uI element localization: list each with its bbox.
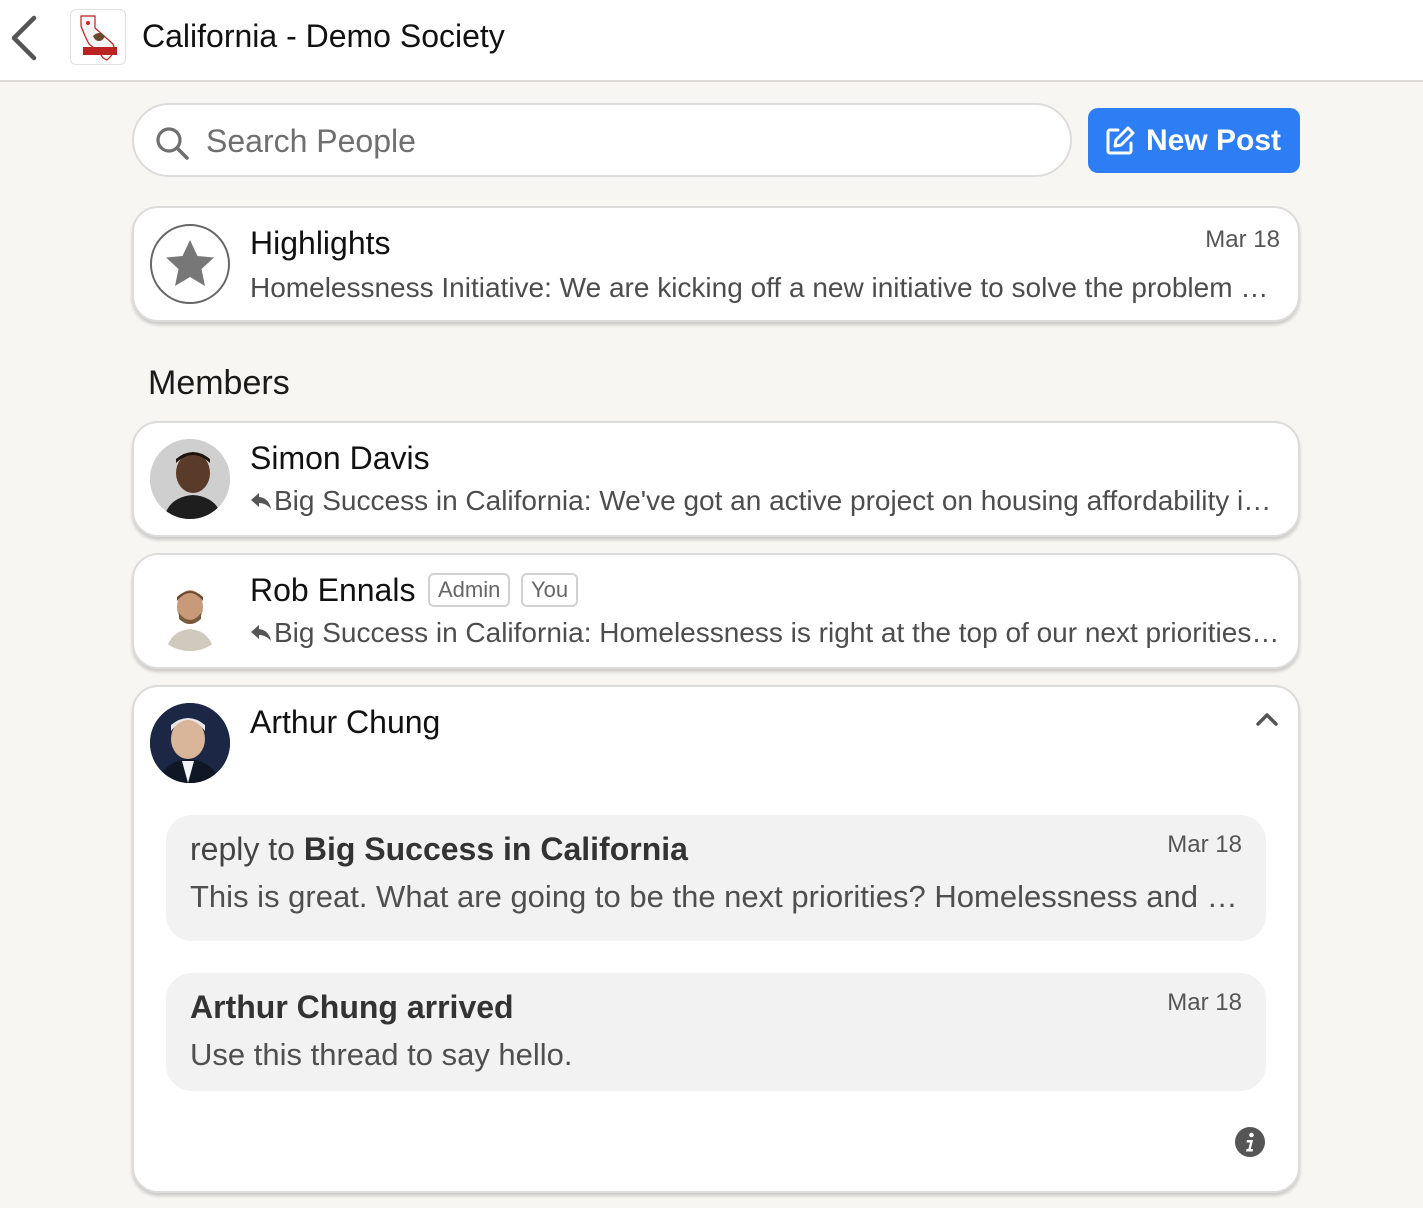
- member-card[interactable]: Simon Davis Big Success in California: W…: [132, 421, 1300, 537]
- member-name[interactable]: Arthur Chung: [250, 704, 440, 741]
- top-bar: California - Demo Society: [0, 0, 1423, 82]
- avatar: [150, 439, 230, 519]
- chevron-up-icon: [1256, 713, 1278, 726]
- member-preview-text: Big Success in California: Homelessness …: [274, 617, 1280, 648]
- member-preview: Big Success in California: We've got an …: [250, 485, 1280, 517]
- reply-arrow-icon: [251, 492, 271, 509]
- avatar[interactable]: [150, 703, 230, 783]
- member-name: Rob Ennals: [250, 572, 416, 608]
- message-title: Big Success in California: [303, 831, 688, 867]
- info-icon: [1235, 1127, 1265, 1157]
- highlights-avatar: [150, 224, 230, 304]
- search-input[interactable]: [206, 119, 1046, 163]
- highlights-preview: Homelessness Initiative: We are kicking …: [250, 272, 1280, 303]
- message-text: Use this thread to say hello.: [190, 1037, 573, 1072]
- person-photo-icon: [150, 571, 230, 651]
- chevron-left-icon: [11, 15, 37, 61]
- message-bubble[interactable]: reply to Big Success in California Mar 1…: [166, 815, 1266, 941]
- members-heading: Members: [148, 364, 290, 402]
- highlights-title: Highlights: [250, 225, 391, 261]
- california-flag-icon: [80, 15, 117, 61]
- message-date: Mar 18: [1167, 831, 1242, 858]
- highlights-card[interactable]: Highlights Mar 18 Homelessness Initiativ…: [132, 206, 1300, 322]
- edit-square-icon: [1106, 126, 1135, 155]
- you-badge: You: [521, 573, 579, 607]
- message-prefix: reply to: [190, 831, 295, 867]
- new-post-label: New Post: [1146, 124, 1282, 157]
- member-preview-text: Big Success in California: We've got an …: [274, 485, 1280, 516]
- message-text: This is great. What are going to be the …: [190, 879, 1240, 914]
- info-button[interactable]: [1234, 1126, 1266, 1163]
- member-card-expanded: Arthur Chung reply to Big Success in Cal…: [132, 685, 1300, 1193]
- member-preview: Big Success in California: Homelessness …: [250, 617, 1280, 649]
- message-heading: Arthur Chung arrived: [190, 989, 514, 1026]
- message-title: Arthur Chung arrived: [190, 989, 514, 1025]
- collapse-button[interactable]: [1254, 709, 1280, 734]
- reply-arrow-icon: [251, 624, 271, 641]
- member-card[interactable]: Rob Ennals Admin You Big Success in Cali…: [132, 553, 1300, 669]
- group-logo[interactable]: [70, 9, 126, 65]
- highlights-date: Mar 18: [1205, 226, 1280, 253]
- back-button[interactable]: [8, 12, 44, 64]
- message-bubble[interactable]: Arthur Chung arrived Mar 18 Use this thr…: [166, 973, 1266, 1091]
- search-icon: [156, 127, 189, 160]
- page-title: California - Demo Society: [142, 18, 505, 54]
- new-post-button[interactable]: New Post: [1088, 108, 1300, 173]
- search-box[interactable]: [132, 103, 1072, 177]
- person-photo-icon: [150, 703, 230, 783]
- person-photo-icon: [150, 439, 230, 519]
- admin-badge: Admin: [428, 573, 511, 607]
- message-date: Mar 18: [1167, 989, 1242, 1016]
- message-heading: reply to Big Success in California: [190, 831, 688, 868]
- member-name: Simon Davis: [250, 440, 430, 476]
- avatar: [150, 571, 230, 651]
- star-icon: [166, 240, 214, 286]
